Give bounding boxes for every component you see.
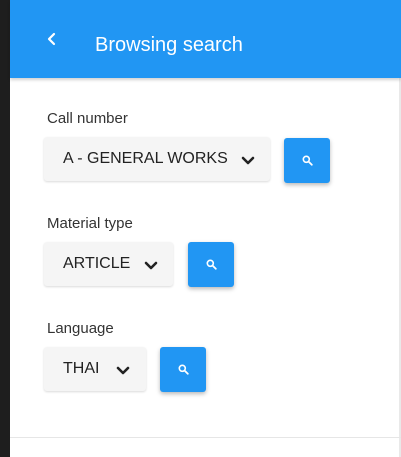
page-title: Browsing search xyxy=(95,34,243,56)
language-value: THAI xyxy=(63,360,100,377)
header-bar: Browsing search xyxy=(10,0,401,78)
call-number-select[interactable]: A - GENERAL WORKS xyxy=(44,137,270,181)
chevron-down-icon xyxy=(144,261,158,270)
chevron-down-icon xyxy=(241,156,255,165)
search-icon xyxy=(206,259,217,270)
language-label: Language xyxy=(47,320,114,337)
chevron-left-icon xyxy=(47,32,56,46)
search-icon xyxy=(302,155,313,166)
material-type-value: ARTICLE xyxy=(63,255,131,272)
material-type-label: Material type xyxy=(47,215,133,232)
call-number-search-button[interactable] xyxy=(284,138,330,183)
call-number-value: A - GENERAL WORKS xyxy=(63,150,228,167)
call-number-label: Call number xyxy=(47,110,128,127)
material-type-select[interactable]: ARTICLE xyxy=(44,242,173,286)
material-type-search-button[interactable] xyxy=(188,242,234,287)
search-icon xyxy=(178,364,189,375)
chevron-down-icon xyxy=(116,366,130,375)
language-search-button[interactable] xyxy=(160,347,206,392)
divider xyxy=(10,437,401,438)
window-edge xyxy=(0,0,10,457)
back-button[interactable] xyxy=(38,25,66,53)
language-select[interactable]: THAI xyxy=(44,347,146,391)
